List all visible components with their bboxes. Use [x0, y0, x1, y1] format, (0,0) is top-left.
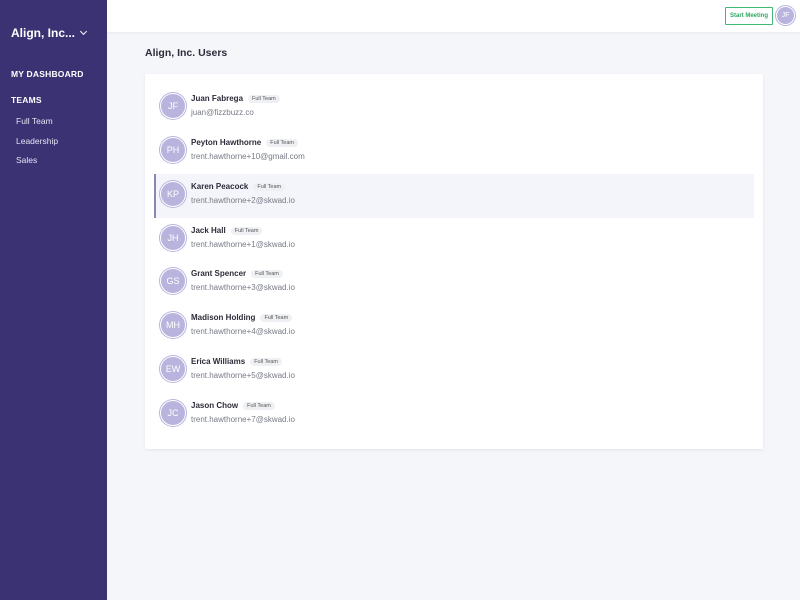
avatar: EW: [160, 356, 186, 382]
sidebar: Align, Inc... MY DASHBOARD TEAMS Full Te…: [0, 0, 107, 600]
user-row[interactable]: JF Juan Fabrega Full Team juan@fizzbuzz.c…: [154, 86, 754, 130]
sidebar-item-full-team[interactable]: Full Team: [16, 116, 53, 126]
user-avatar[interactable]: JF: [776, 6, 795, 25]
user-email: trent.hawthorne+2@skwad.io: [191, 196, 295, 205]
users-card: JF Juan Fabrega Full Team juan@fizzbuzz.c…: [145, 74, 763, 449]
user-row[interactable]: JC Jason Chow Full Team trent.hawthorne+7…: [154, 393, 754, 437]
chevron-down-icon: [79, 27, 88, 36]
user-email: juan@fizzbuzz.co: [191, 108, 254, 117]
org-name: Align, Inc...: [11, 26, 76, 40]
team-badge: Full Team: [260, 314, 293, 322]
user-row-selected[interactable]: KP Karen Peacock Full Team trent.hawthorn…: [154, 174, 754, 218]
user-row[interactable]: GS Grant Spencer Full Team trent.hawthorn…: [154, 261, 754, 305]
user-name: Grant Spencer: [191, 269, 247, 278]
user-row[interactable]: JH Jack Hall Full Team trent.hawthorne+1@…: [154, 218, 754, 262]
user-email: trent.hawthorne+3@skwad.io: [191, 283, 295, 292]
user-name: Juan Fabrega: [191, 94, 244, 103]
avatar: JH: [160, 225, 186, 251]
page-title: Align, Inc. Users: [145, 47, 228, 59]
user-name-line: Jason Chow Full Team: [191, 401, 275, 410]
team-badge: Full Team: [230, 227, 263, 235]
user-email: trent.hawthorne+10@gmail.com: [191, 152, 305, 161]
user-name-line: Karen Peacock Full Team: [191, 182, 286, 191]
user-name: Jack Hall: [191, 226, 226, 235]
user-row[interactable]: EW Erica Williams Full Team trent.hawthor…: [154, 349, 754, 393]
team-badge: Full Team: [253, 183, 286, 191]
user-email: trent.hawthorne+7@skwad.io: [191, 415, 295, 424]
team-badge: Full Team: [250, 358, 282, 366]
user-email: trent.hawthorne+4@skwad.io: [191, 327, 295, 336]
sidebar-item-sales[interactable]: Sales: [16, 155, 37, 165]
start-meeting-button[interactable]: Start Meeting: [724, 7, 773, 25]
user-name: Madison Holding: [191, 313, 256, 322]
user-name-line: Grant Spencer Full Team: [191, 269, 283, 278]
team-badge: Full Team: [251, 270, 283, 278]
user-name-line: Peyton Hawthorne Full Team: [191, 138, 298, 147]
avatar: JC: [160, 400, 186, 426]
top-bar: Start Meeting JF: [107, 0, 800, 32]
team-badge: Full Team: [266, 139, 298, 147]
avatar: KP: [160, 181, 186, 207]
nav-teams-heading[interactable]: TEAMS: [11, 95, 42, 105]
nav-my-dashboard[interactable]: MY DASHBOARD: [11, 69, 84, 79]
avatar: MH: [160, 312, 186, 338]
sidebar-item-leadership[interactable]: Leadership: [16, 136, 58, 146]
avatar: GS: [160, 268, 186, 294]
team-badge: Full Team: [243, 402, 275, 410]
avatar: JF: [160, 93, 186, 119]
user-row[interactable]: MH Madison Holding Full Team trent.hawtho…: [154, 305, 754, 349]
user-row[interactable]: PH Peyton Hawthorne Full Team trent.hawth…: [154, 130, 754, 174]
user-email: trent.hawthorne+1@skwad.io: [191, 240, 295, 249]
user-name-line: Madison Holding Full Team: [191, 313, 293, 322]
user-name: Karen Peacock: [191, 182, 249, 191]
user-name-line: Jack Hall Full Team: [191, 226, 263, 235]
team-badge: Full Team: [248, 95, 280, 103]
user-name: Jason Chow: [191, 401, 239, 410]
org-switcher[interactable]: Align, Inc...: [11, 26, 88, 40]
user-name: Erica Williams: [191, 357, 246, 366]
user-name-line: Juan Fabrega Full Team: [191, 94, 280, 103]
user-name-line: Erica Williams Full Team: [191, 357, 282, 366]
avatar: PH: [160, 137, 186, 163]
user-name: Peyton Hawthorne: [191, 138, 262, 147]
user-email: trent.hawthorne+5@skwad.io: [191, 371, 295, 380]
